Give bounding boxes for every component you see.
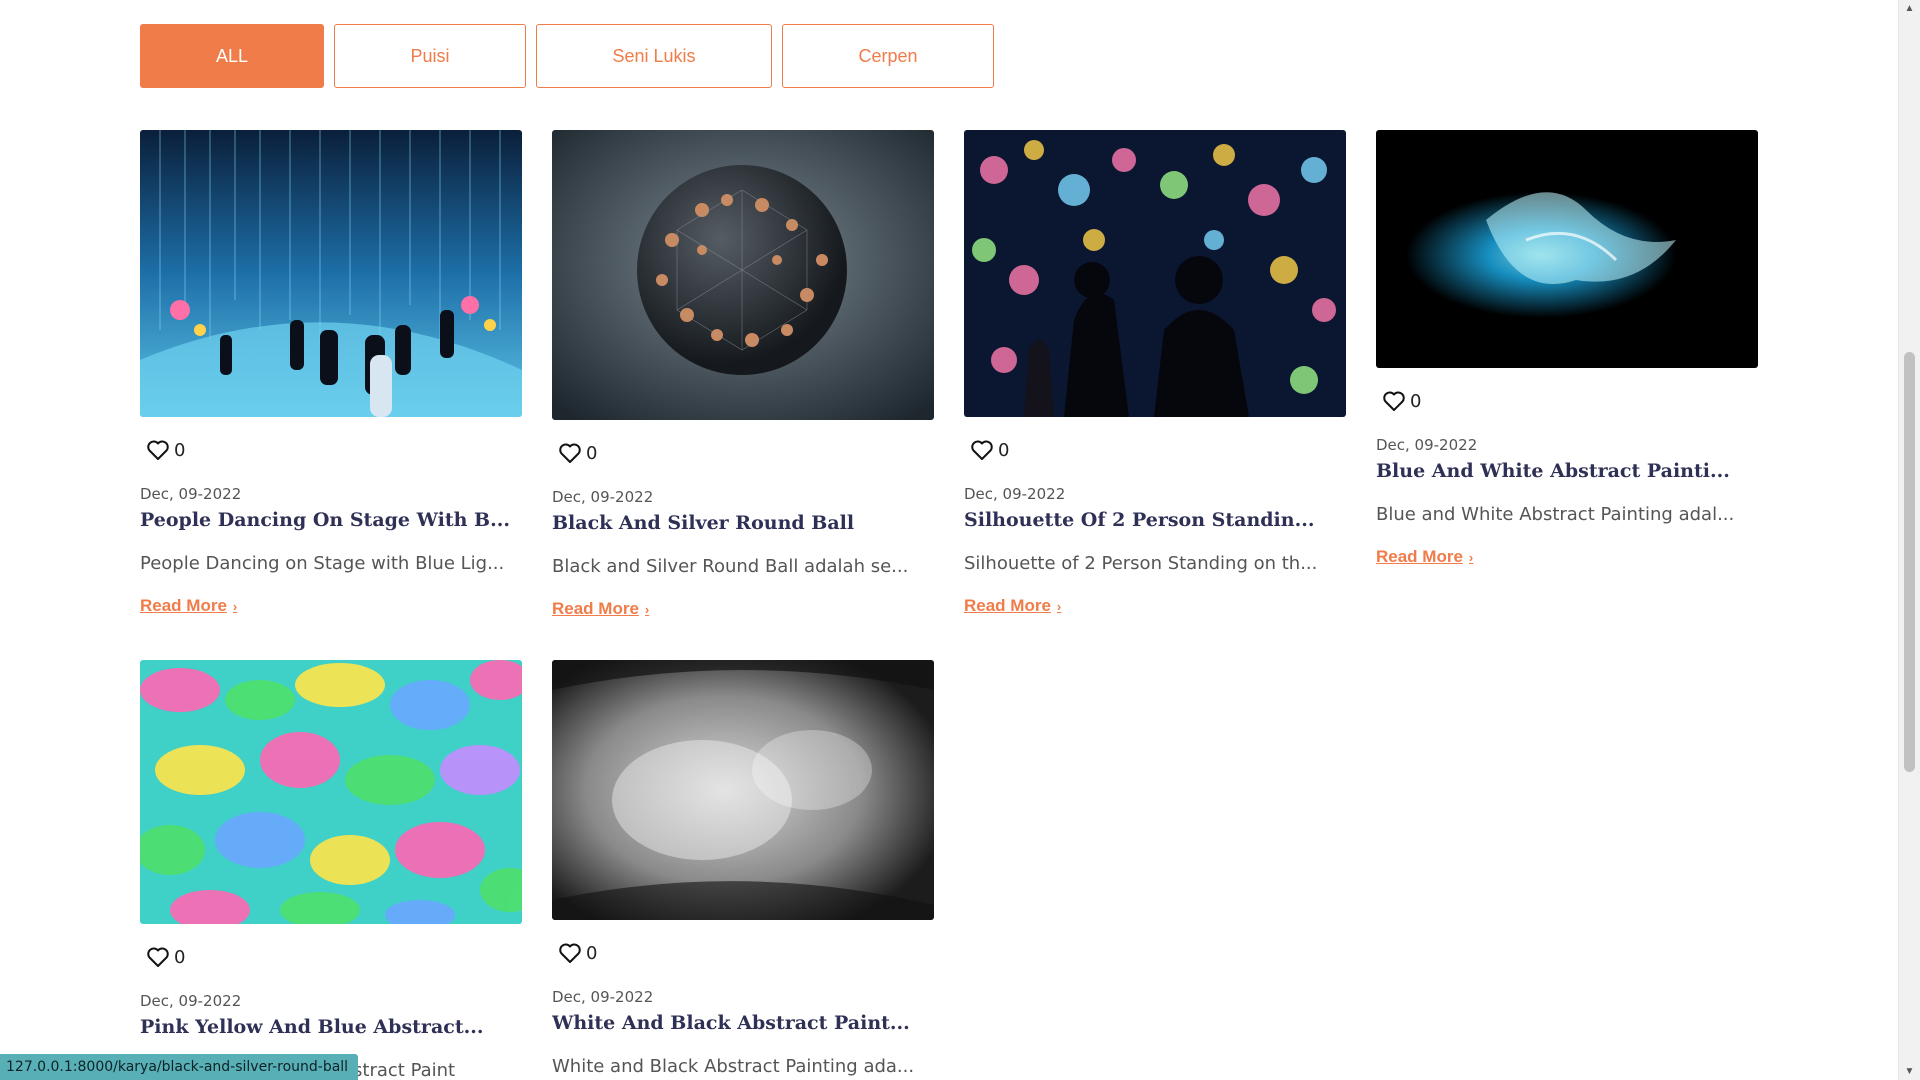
like-row: 0 bbox=[146, 437, 522, 463]
like-row: 0 bbox=[146, 944, 522, 970]
read-more-link[interactable]: Read More › bbox=[1376, 547, 1473, 567]
like-count: 0 bbox=[174, 946, 186, 968]
artwork-image[interactable] bbox=[964, 130, 1346, 417]
page: ALL Puisi Seni Lukis Cerpen 0 Dec, 09-20… bbox=[0, 0, 1920, 1080]
heart-icon[interactable] bbox=[558, 942, 582, 964]
artwork-image-art bbox=[140, 130, 522, 417]
card-title[interactable]: White And Black Abstract Paint... bbox=[552, 1012, 934, 1034]
heart-icon[interactable] bbox=[1382, 390, 1406, 412]
heart-icon[interactable] bbox=[146, 439, 170, 461]
artwork-image[interactable] bbox=[1376, 130, 1758, 368]
scroll-down-arrow-icon[interactable]: ▼ bbox=[1899, 1063, 1920, 1080]
scrollbar-thumb[interactable] bbox=[1904, 352, 1915, 772]
category-filters: ALL Puisi Seni Lukis Cerpen bbox=[140, 24, 994, 88]
artwork-image[interactable] bbox=[140, 660, 522, 924]
card-title[interactable]: Silhouette Of 2 Person Standin... bbox=[964, 509, 1346, 531]
artwork-card: 0 Dec, 09-2022 People Dancing On Stage W… bbox=[140, 130, 522, 616]
artwork-card: 0 Dec, 09-2022 Pink Yellow And Blue Abst… bbox=[140, 660, 522, 1080]
card-date: Dec, 09-2022 bbox=[1376, 436, 1478, 454]
read-more-link[interactable]: Read More › bbox=[140, 596, 237, 616]
filter-seni-lukis-button[interactable]: Seni Lukis bbox=[536, 24, 772, 88]
artwork-image-art bbox=[552, 130, 934, 420]
card-excerpt: White and Black Abstract Painting ada... bbox=[552, 1056, 915, 1077]
like-row: 0 bbox=[1382, 388, 1758, 414]
card-title[interactable]: Pink Yellow And Blue Abstract... bbox=[140, 1016, 522, 1038]
card-date: Dec, 09-2022 bbox=[552, 988, 654, 1006]
chevron-right-icon: › bbox=[644, 601, 650, 617]
heart-icon[interactable] bbox=[970, 439, 994, 461]
artwork-card: 0 Dec, 09-2022 White And Black Abstract … bbox=[552, 660, 934, 1077]
read-more-link[interactable]: Read More › bbox=[964, 596, 1061, 616]
filter-puisi-button[interactable]: Puisi bbox=[334, 24, 526, 88]
card-excerpt: Silhouette of 2 Person Standing on th... bbox=[964, 553, 1318, 574]
card-date: Dec, 09-2022 bbox=[140, 992, 242, 1010]
card-date: Dec, 09-2022 bbox=[964, 485, 1066, 503]
filter-cerpen-button[interactable]: Cerpen bbox=[782, 24, 994, 88]
card-excerpt: Black and Silver Round Ball adalah se... bbox=[552, 556, 909, 577]
heart-icon[interactable] bbox=[558, 442, 582, 464]
read-more-label: Read More bbox=[964, 596, 1051, 615]
link-status-bar: 127.0.0.1:8000/karya/black-and-silver-ro… bbox=[0, 1054, 359, 1080]
artwork-image-art bbox=[1376, 130, 1758, 368]
read-more-link[interactable]: Read More › bbox=[552, 599, 649, 619]
like-count: 0 bbox=[586, 942, 598, 964]
like-row: 0 bbox=[558, 940, 934, 966]
card-date: Dec, 09-2022 bbox=[552, 488, 654, 506]
artwork-image[interactable] bbox=[552, 130, 934, 420]
like-row: 0 bbox=[558, 440, 934, 466]
read-more-label: Read More bbox=[140, 596, 227, 615]
card-excerpt: Blue and White Abstract Painting adal... bbox=[1376, 504, 1735, 525]
artwork-card: 0 Dec, 09-2022 Blue And White Abstract P… bbox=[1376, 130, 1758, 567]
like-count: 0 bbox=[174, 439, 186, 461]
card-excerpt: People Dancing on Stage with Blue Lig... bbox=[140, 553, 505, 574]
read-more-label: Read More bbox=[1376, 547, 1463, 566]
artwork-image[interactable] bbox=[140, 130, 522, 417]
card-title[interactable]: Black And Silver Round Ball bbox=[552, 512, 934, 534]
like-count: 0 bbox=[586, 442, 598, 464]
artwork-card: 0 Dec, 09-2022 Silhouette Of 2 Person St… bbox=[964, 130, 1346, 616]
card-date: Dec, 09-2022 bbox=[140, 485, 242, 503]
artwork-card: 0 Dec, 09-2022 Black And Silver Round Ba… bbox=[552, 130, 934, 619]
card-title[interactable]: Blue And White Abstract Painti... bbox=[1376, 460, 1758, 482]
artwork-image-art bbox=[552, 660, 934, 920]
like-count: 0 bbox=[1410, 390, 1422, 412]
filter-all-button[interactable]: ALL bbox=[140, 24, 324, 88]
chevron-right-icon: › bbox=[1468, 549, 1474, 565]
like-row: 0 bbox=[970, 437, 1346, 463]
card-title[interactable]: People Dancing On Stage With B... bbox=[140, 509, 522, 531]
vertical-scrollbar[interactable]: ▲ ▼ bbox=[1898, 0, 1920, 1080]
scroll-up-arrow-icon[interactable]: ▲ bbox=[1899, 0, 1920, 17]
artwork-image-art bbox=[964, 130, 1346, 417]
artwork-image[interactable] bbox=[552, 660, 934, 920]
artwork-image-art bbox=[140, 660, 522, 924]
like-count: 0 bbox=[998, 439, 1010, 461]
chevron-right-icon: › bbox=[1056, 598, 1062, 614]
read-more-label: Read More bbox=[552, 599, 639, 618]
heart-icon[interactable] bbox=[146, 946, 170, 968]
chevron-right-icon: › bbox=[232, 598, 238, 614]
